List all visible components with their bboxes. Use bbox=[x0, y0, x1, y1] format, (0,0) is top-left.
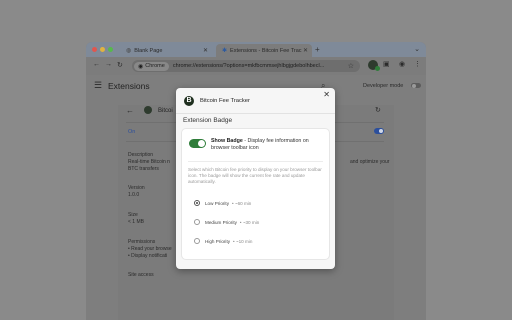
reload-icon[interactable]: ↻ bbox=[117, 61, 123, 69]
permission-item: • Read your browse bbox=[128, 246, 172, 252]
show-badge-toggle[interactable] bbox=[189, 139, 206, 148]
extension-name: Bitcoi bbox=[158, 108, 173, 114]
forward-icon[interactable]: → bbox=[105, 61, 112, 68]
developer-mode-toggle[interactable] bbox=[411, 83, 421, 88]
bookmark-star-icon[interactable]: ☆ bbox=[348, 62, 354, 70]
maximize-window-button[interactable] bbox=[108, 47, 113, 52]
tab-title: Blank Page bbox=[134, 47, 163, 54]
extensions-puzzle-icon[interactable]: ▣ bbox=[383, 60, 390, 68]
site-info-chip[interactable]: ◉ Chrome bbox=[134, 61, 169, 71]
close-icon[interactable]: ✕ bbox=[323, 90, 330, 99]
priority-time: • ~60 min bbox=[232, 200, 252, 206]
priority-label: High Priority bbox=[205, 238, 231, 244]
priority-description: Select which Bitcoin fee priority to dis… bbox=[188, 167, 322, 184]
url-text: chrome://extensions/?options=mkfbcmmsejh… bbox=[172, 63, 325, 69]
priority-label: Medium Priority bbox=[205, 219, 237, 225]
browser-toolbar: ← → ↻ ◉ Chrome chrome://extensions/?opti… bbox=[86, 57, 426, 75]
extension-options-dialog: B Bitcoin Fee Tracker ✕ Extension Badge … bbox=[176, 88, 335, 269]
description-line: Real-time Bitcoin n bbox=[128, 159, 170, 165]
size-heading: Size bbox=[128, 212, 138, 218]
globe-icon: ◍ bbox=[126, 48, 132, 54]
on-label: On bbox=[128, 129, 136, 135]
priority-time-value: ~30 min bbox=[242, 219, 260, 225]
badge-settings-panel: Show Badge - Display fee information on … bbox=[182, 129, 329, 259]
panel-divider bbox=[188, 161, 323, 162]
back-icon[interactable]: ← bbox=[93, 61, 100, 68]
close-tab-icon[interactable]: ✕ bbox=[303, 47, 308, 54]
show-badge-text: Show Badge - Display fee information on … bbox=[211, 138, 326, 151]
description-line: BTC transfers bbox=[128, 166, 159, 172]
section-title: Extension Badge bbox=[183, 117, 233, 124]
dialog-divider bbox=[176, 113, 335, 114]
new-tab-button[interactable]: + bbox=[315, 45, 320, 54]
radio-button[interactable] bbox=[194, 219, 200, 225]
developer-mode-label: Developer mode bbox=[363, 83, 404, 89]
site-access-heading: Site access bbox=[128, 272, 154, 278]
radio-button[interactable] bbox=[194, 238, 200, 244]
close-tab-icon[interactable]: ✕ bbox=[203, 47, 208, 54]
bitcoin-extension-icon[interactable] bbox=[368, 60, 380, 71]
show-badge-label: Show Badge bbox=[211, 138, 243, 144]
tab-title: Extensions - Bitcoin Fee Trac bbox=[230, 47, 302, 54]
size-value: < 1 MB bbox=[128, 219, 144, 225]
version-value: 1.0.0 bbox=[128, 192, 140, 198]
priority-time-value: ~10 min bbox=[235, 238, 253, 244]
priority-time-value: ~60 min bbox=[234, 200, 252, 206]
tab-blank-page[interactable]: ◍ Blank Page ✕ bbox=[120, 44, 212, 57]
priority-time: • ~30 min bbox=[239, 219, 260, 225]
minimize-window-button[interactable] bbox=[100, 47, 105, 52]
back-arrow-icon[interactable]: ← bbox=[126, 106, 134, 115]
chrome-icon: ◉ bbox=[138, 63, 144, 70]
priority-option-high[interactable]: High Priority • ~10 min bbox=[194, 238, 252, 244]
description-tail: and optimize your bbox=[350, 159, 390, 165]
tab-strip: ◍ Blank Page ✕ ✱ Extensions - Bitcoin Fe… bbox=[86, 42, 426, 57]
bitcoin-logo-icon: B bbox=[184, 96, 194, 106]
priority-time: • ~10 min bbox=[233, 238, 253, 244]
hamburger-menu-icon[interactable]: ☰ bbox=[94, 80, 102, 91]
dialog-title: Bitcoin Fee Tracker bbox=[200, 98, 250, 104]
menu-kebab-icon[interactable]: ⋮ bbox=[414, 60, 421, 68]
profile-avatar-icon[interactable]: ◉ bbox=[399, 60, 405, 68]
page-title: Extensions bbox=[108, 81, 150, 91]
puzzle-icon: ✱ bbox=[222, 48, 228, 54]
priority-option-medium[interactable]: Medium Priority • ~30 min bbox=[194, 219, 259, 225]
extension-enabled-toggle[interactable] bbox=[374, 128, 384, 134]
window-controls bbox=[92, 47, 113, 52]
description-heading: Description bbox=[128, 152, 154, 158]
bitcoin-logo-icon bbox=[144, 106, 152, 114]
chip-label: Chrome bbox=[145, 63, 165, 69]
priority-option-low[interactable]: Low Priority • ~60 min bbox=[194, 200, 251, 206]
refresh-icon[interactable]: ↻ bbox=[375, 106, 381, 114]
permission-item: • Display notificati bbox=[128, 253, 168, 259]
tab-extensions[interactable]: ✱ Extensions - Bitcoin Fee Trac ✕ bbox=[216, 44, 312, 57]
tab-search-icon[interactable]: ⌄ bbox=[414, 45, 420, 53]
close-window-button[interactable] bbox=[92, 47, 97, 52]
radio-button[interactable] bbox=[194, 200, 200, 206]
priority-label: Low Priority bbox=[205, 200, 229, 206]
permissions-heading: Permissions bbox=[128, 239, 156, 245]
version-heading: Version bbox=[128, 185, 145, 191]
address-bar[interactable]: ◉ Chrome chrome://extensions/?options=mk… bbox=[132, 60, 360, 72]
